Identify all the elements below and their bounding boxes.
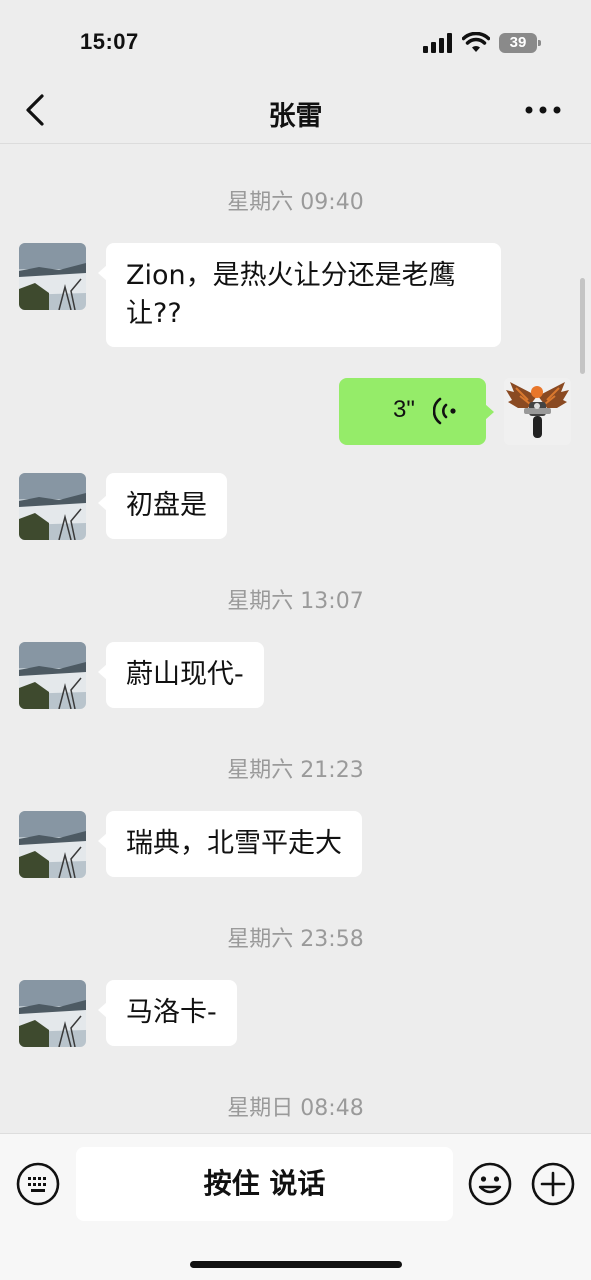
contact-avatar[interactable]	[19, 473, 86, 540]
hold-to-talk-button[interactable]: 按住 说话	[76, 1147, 453, 1221]
scrollbar[interactable]	[580, 278, 585, 374]
emoji-icon[interactable]	[467, 1161, 513, 1207]
message-bubble[interactable]: 蔚山现代-	[98, 642, 264, 708]
plus-icon[interactable]	[530, 1161, 576, 1207]
timestamp: 星期六 09:40	[227, 190, 364, 215]
chat-title: 张雷	[268, 101, 323, 132]
timestamp: 星期六 13:07	[227, 589, 364, 614]
timestamp: 星期六 23:58	[227, 927, 364, 952]
voice-wave-icon	[433, 397, 456, 425]
message-bubble[interactable]: 瑞典，北雪平走大	[98, 811, 362, 877]
more-options-icon[interactable]	[523, 98, 563, 122]
message-bubble[interactable]: 初盘是	[98, 473, 227, 539]
status-icons: 39	[423, 30, 541, 56]
keyboard-icon[interactable]	[15, 1161, 61, 1207]
status-bar: 15:07 39	[0, 0, 591, 80]
contact-avatar[interactable]	[19, 642, 86, 709]
battery-icon: 39	[499, 33, 541, 53]
home-indicator	[190, 1261, 402, 1268]
cellular-signal-icon	[423, 33, 452, 53]
input-bar: 按住 说话	[0, 1133, 591, 1280]
my-avatar[interactable]	[504, 378, 571, 445]
voice-message-bubble[interactable]: 3"	[339, 378, 494, 445]
chat-header: 张雷	[0, 80, 591, 144]
voice-duration: 3"	[393, 396, 415, 423]
timestamp: 星期六 21:23	[227, 758, 364, 783]
timestamp: 星期日 08:48	[227, 1096, 364, 1121]
message-list[interactable]: 星期六 09:40 Zion，是热火让分还是老鹰让?? 3" 初盘是 星期六 1…	[0, 145, 591, 1133]
status-time: 15:07	[80, 29, 139, 54]
contact-avatar[interactable]	[19, 243, 86, 310]
message-bubble[interactable]: 马洛卡-	[98, 980, 237, 1046]
contact-avatar[interactable]	[19, 811, 86, 878]
message-bubble[interactable]: Zion，是热火让分还是老鹰让??	[98, 243, 501, 347]
wifi-icon	[462, 32, 490, 52]
contact-avatar[interactable]	[19, 980, 86, 1047]
